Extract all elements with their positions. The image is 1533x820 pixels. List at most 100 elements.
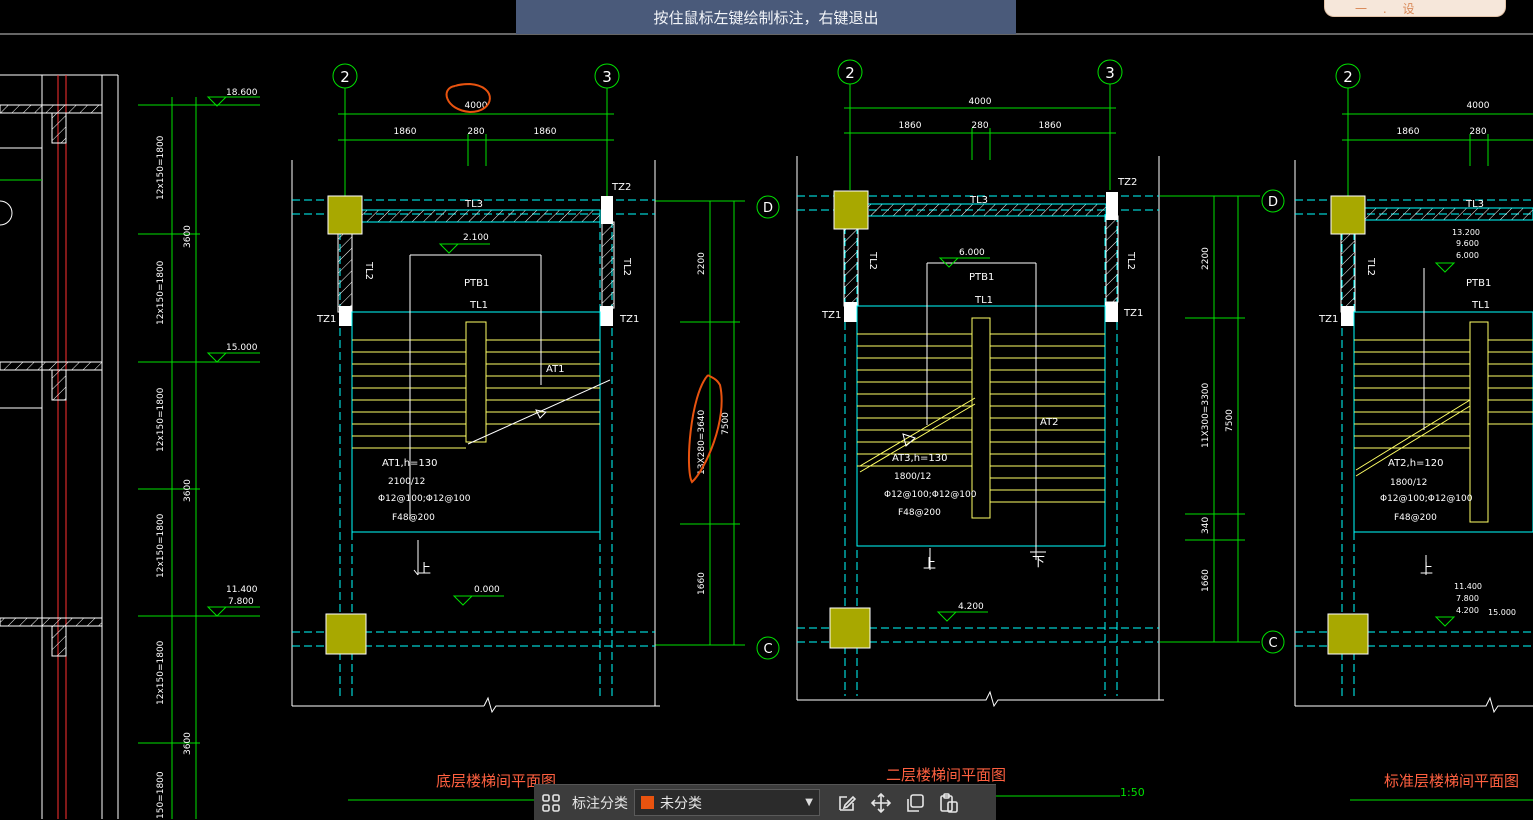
title-plan-3: 标准层楼梯间平面图 xyxy=(1384,772,1519,790)
edit-icon xyxy=(839,795,857,811)
vert-dim-7: 12x150=1800 xyxy=(156,640,166,705)
dim-340: 340 xyxy=(1201,517,1211,534)
axis-label-3b: 3 xyxy=(1105,64,1115,82)
label-tz2: TZ2 xyxy=(611,182,631,193)
axis-label-c: C xyxy=(763,642,772,657)
grid-icon xyxy=(542,793,560,812)
dim-1860-c: 1860 xyxy=(899,121,922,131)
label-ptb1-b: PTB1 xyxy=(969,272,994,283)
scale-label: 1:50 xyxy=(1120,786,1145,799)
label-at2: AT2 xyxy=(1040,417,1059,428)
note-4: F48@200 xyxy=(392,513,435,523)
axis-label-c-b: C xyxy=(1268,636,1277,651)
dim-7500: 7500 xyxy=(721,412,731,435)
dim-4000: 4000 xyxy=(465,101,488,111)
note-3-c: Φ12@100;Φ12@100 xyxy=(1380,494,1473,504)
label-tl2-left: TL2 xyxy=(363,261,374,280)
paste-icon xyxy=(940,792,958,813)
column-tz1-left xyxy=(339,306,352,326)
category-select[interactable]: 未分类 ▼ xyxy=(634,789,820,816)
note-1-c: AT2,h=120 xyxy=(1388,458,1444,469)
axis-label-3: 3 xyxy=(602,68,612,86)
label-tz1-left-c: TZ1 xyxy=(1318,314,1338,325)
label-tl2-c: TL2 xyxy=(1365,257,1376,276)
label-ptb1: PTB1 xyxy=(464,278,489,289)
vert-dim-3: 12x150=1800 xyxy=(156,260,166,325)
dim-1860-e: 1860 xyxy=(1397,127,1420,137)
elev-2100: 2.100 xyxy=(463,233,489,243)
title-plan-2: 二层楼梯间平面图 xyxy=(886,766,1006,784)
elev-15000: 15.000 xyxy=(226,343,258,353)
dim-4000-c: 4000 xyxy=(1467,101,1490,111)
column-tz-topleft-c xyxy=(1330,195,1366,235)
note-1-b: AT3,h=130 xyxy=(892,453,948,464)
instruction-banner: 按住鼠标左键绘制标注，右键退出 xyxy=(516,0,1016,34)
axis-label-2c: 2 xyxy=(1343,68,1353,86)
elev-7800-c: 7.800 xyxy=(1456,594,1479,603)
label-tl2-right: TL2 xyxy=(621,257,632,276)
elev-18600: 18.600 xyxy=(226,88,258,98)
dim-2200: 2200 xyxy=(697,252,707,275)
chevron-down-icon: ▼ xyxy=(805,797,813,808)
axis-label-2b: 2 xyxy=(845,64,855,82)
dim-1860-d: 1860 xyxy=(1039,121,1062,131)
copy-icon xyxy=(907,793,924,812)
label-tl1: TL1 xyxy=(469,300,488,311)
column-tz-topleft-b xyxy=(833,190,869,230)
brand-badge-text: 一 . 设 xyxy=(1355,2,1421,16)
vert-dim-1: 12x150=1800 xyxy=(156,135,166,200)
dim-1860-a: 1860 xyxy=(394,127,417,137)
grid-button[interactable] xyxy=(534,785,568,820)
label-tl2-right-b: TL2 xyxy=(1125,251,1136,270)
label-tz1-left-b: TZ1 xyxy=(821,310,841,321)
elevation-markers-left: 18.600 15.000 11.400 7.800 xyxy=(206,88,260,617)
dim-1860-b: 1860 xyxy=(534,127,557,137)
label-tz1-right-b: TZ1 xyxy=(1123,308,1143,319)
label-up: 上 xyxy=(418,562,431,577)
edit-button[interactable] xyxy=(830,785,864,820)
label-down-b: 下 xyxy=(1032,555,1045,570)
label-tz2-b: TZ2 xyxy=(1117,177,1137,188)
label-tl3-c: TL3 xyxy=(1465,199,1484,210)
column-tz1-right xyxy=(600,306,613,326)
dim-1660-b: 1660 xyxy=(1201,569,1211,592)
elev-13200: 13.200 xyxy=(1452,228,1480,237)
copy-button[interactable] xyxy=(898,785,932,820)
dim-13x280: 13X280=3640 xyxy=(697,409,707,475)
vertical-dimension-chain xyxy=(138,97,260,819)
label-tz1-right: TZ1 xyxy=(619,314,639,325)
elev-6000-c: 6.000 xyxy=(1456,251,1479,260)
vert-dim-9: 150=1800 xyxy=(156,771,166,819)
beam-tl3 xyxy=(359,209,601,223)
instruction-text: 按住鼠标左键绘制标注，右键退出 xyxy=(653,8,879,27)
column-tz2 xyxy=(601,196,613,224)
dim-280-b: 280 xyxy=(971,121,988,131)
annotation-toolbar: 标注分类 未分类 ▼ xyxy=(534,784,996,820)
note-1: AT1,h=130 xyxy=(382,458,438,469)
stair-plan-3: 2 4000 1860 280 TL3 TZ1 TL2 PTB1 TL1 13.… xyxy=(1294,63,1533,801)
dim-7500-b: 7500 xyxy=(1225,409,1235,432)
move-icon xyxy=(870,792,892,813)
column-tz-bottomleft-b xyxy=(829,607,871,649)
vert-dim-2: 3600 xyxy=(183,225,193,248)
vert-dim-4: 12x150=1800 xyxy=(156,387,166,452)
axis-label-2: 2 xyxy=(340,68,350,86)
elev-7800: 7.800 xyxy=(228,597,254,607)
stair-plan-1: 2 3 4000 1860 280 1860 TL3 TZ2 TZ1 TZ1 T… xyxy=(291,63,780,801)
note-4-b: F48@200 xyxy=(898,508,941,518)
column-tz-bottomleft-c xyxy=(1327,613,1369,655)
note-3-b: Φ12@100;Φ12@100 xyxy=(884,490,977,500)
label-up-c: 上 xyxy=(1420,562,1433,577)
move-button[interactable] xyxy=(864,785,898,820)
label-tl2-left-b: TL2 xyxy=(867,251,878,270)
paste-button[interactable] xyxy=(932,785,966,820)
elev-4200-c: 4.200 xyxy=(1456,606,1479,615)
dim-280: 280 xyxy=(467,127,484,137)
dim-11x300: 11X300=3300 xyxy=(1201,382,1211,448)
axis-label-d-b: D xyxy=(1268,195,1278,210)
note-2-c: 1800/12 xyxy=(1390,478,1427,488)
category-selected-value: 未分类 xyxy=(660,795,702,812)
cad-drawing-canvas[interactable]: 12x150=1800 3600 12x150=1800 12x150=1800… xyxy=(0,0,1533,819)
label-tl1-b: TL1 xyxy=(974,295,993,306)
column-tz-bottomleft xyxy=(325,613,367,655)
